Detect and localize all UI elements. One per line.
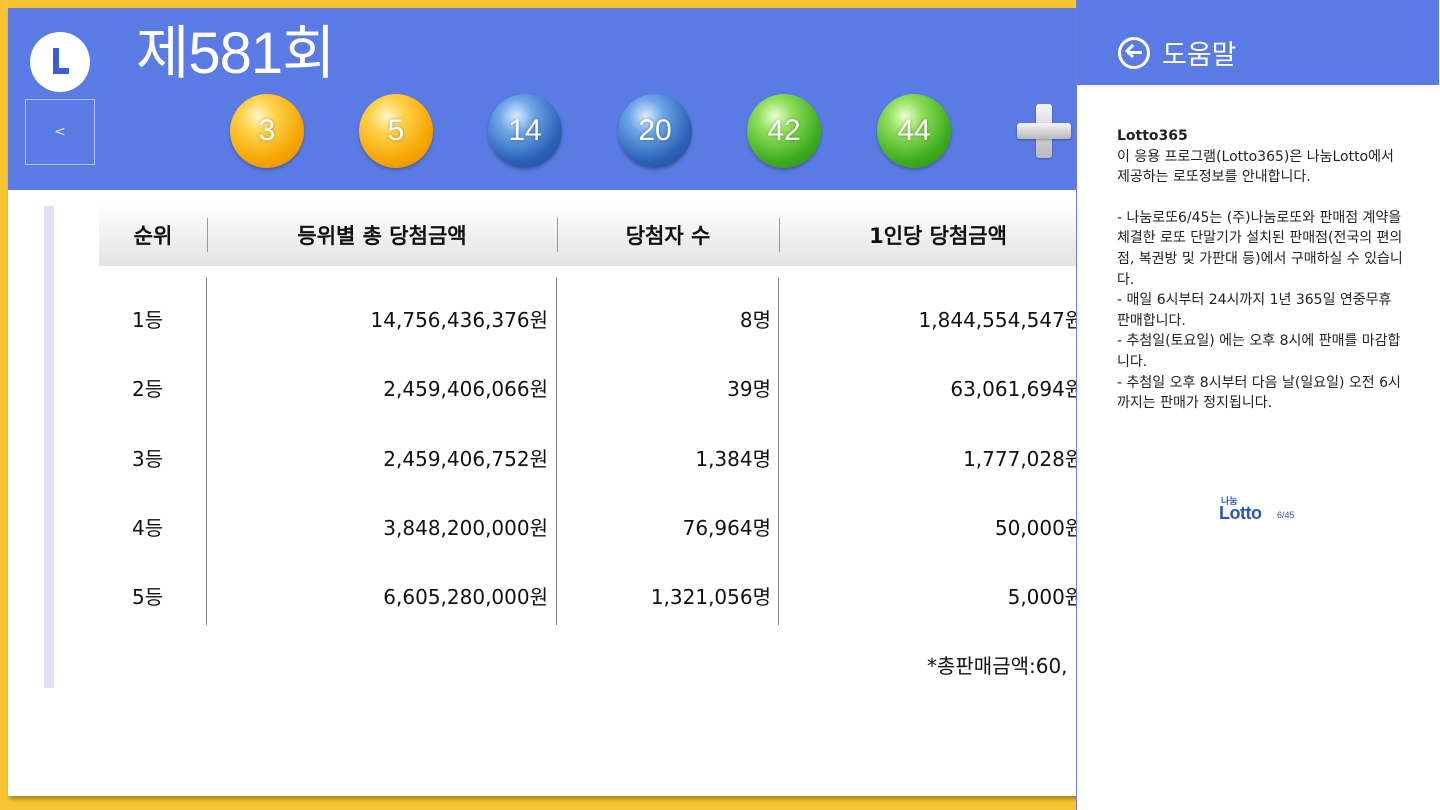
total-prize-cell: 2,459,406,752원 [383,447,548,471]
page-title: 제581회 [136,19,336,87]
header-winners: 당첨자 수 [625,224,711,248]
rank-cell: 5등 [132,585,164,609]
header-rank: 순위 [133,224,173,248]
back-arrow-icon[interactable] [1118,37,1150,69]
per-person-cell: 63,061,694원/ [950,377,1090,401]
winning-ball-4: 20 [618,94,692,168]
app-logo[interactable] [30,32,90,92]
rank-cell: 2등 [132,377,164,401]
help-title: 도움말 [1162,40,1237,71]
per-person-cell: 50,000원/ [994,516,1090,540]
help-item: - 추첨일 오후 8시부터 다음 날(일요일) 오전 6시까지는 판매가 정지됩… [1117,374,1401,412]
per-person-cell: 1,844,554,547원/ [918,308,1090,332]
winning-ball-5: 42 [747,94,821,168]
nanum-lotto-logo: 나눔 Lotto 6/45 [1219,497,1295,523]
winners-cell: 76,964명 [682,516,771,540]
rank-cell: 1등 [132,308,164,332]
column-divider [206,277,207,625]
winning-ball-3: 14 [488,94,562,168]
total-prize-cell: 2,459,406,066원 [383,377,548,401]
help-item: - 나눔로또6/45는 (주)나눔로또와 판매점 계약을 체결한 로또 단말기가… [1117,209,1403,288]
per-person-cell: 1,777,028원/ [963,447,1090,471]
total-sales-note: *총판매금액:60, [927,654,1068,678]
bonus-plus-icon [1017,104,1071,158]
prev-round-button[interactable]: < [25,99,95,165]
scroll-indicator [44,206,54,688]
winners-cell: 1,321,056명 [650,585,771,609]
total-prize-cell: 14,756,436,376원 [370,308,548,332]
header-per-person: 1인당 당첨금액 [869,224,1007,248]
winning-ball-2: 5 [359,94,433,168]
column-divider [778,277,779,625]
winners-cell: 39명 [727,377,771,401]
help-item: - 매일 6시부터 24시까지 1년 365일 연중무휴 판매합니다. [1117,292,1392,329]
help-app-name: Lotto365 [1117,128,1188,144]
help-flyout: 도움말 Lotto365 이 응용 프로그램(Lotto365)은 나눔Lott… [1076,0,1440,810]
winners-cell: 1,384명 [695,447,771,471]
total-prize-cell: 3,848,200,000원 [383,516,548,540]
rank-cell: 3등 [132,447,164,471]
help-header: 도움말 [1077,0,1439,85]
help-item: - 추첨일(토요일) 에는 오후 8시에 판매를 마감합니다. [1117,333,1401,370]
help-content: Lotto365 이 응용 프로그램(Lotto365)은 나눔Lotto에서 … [1117,126,1407,414]
total-prize-cell: 6,605,280,000원 [383,585,548,609]
header-total-prize: 등위별 총 당첨금액 [297,224,467,248]
winning-ball-1: 3 [230,94,304,168]
per-person-cell: 5,000원/ [1007,585,1090,609]
winning-ball-6: 44 [877,94,951,168]
help-intro: 이 응용 프로그램(Lotto365)은 나눔Lotto에서 제공하는 로또정보… [1117,148,1394,186]
logo-l-icon [53,48,69,74]
prize-table-header: 순위 등위별 총 당첨금액 당첨자 수 1인당 당첨금액 [99,204,1089,266]
arrow-shaft [1127,51,1142,54]
column-divider [556,277,557,625]
winners-cell: 8명 [739,308,771,332]
rank-cell: 4등 [132,516,164,540]
